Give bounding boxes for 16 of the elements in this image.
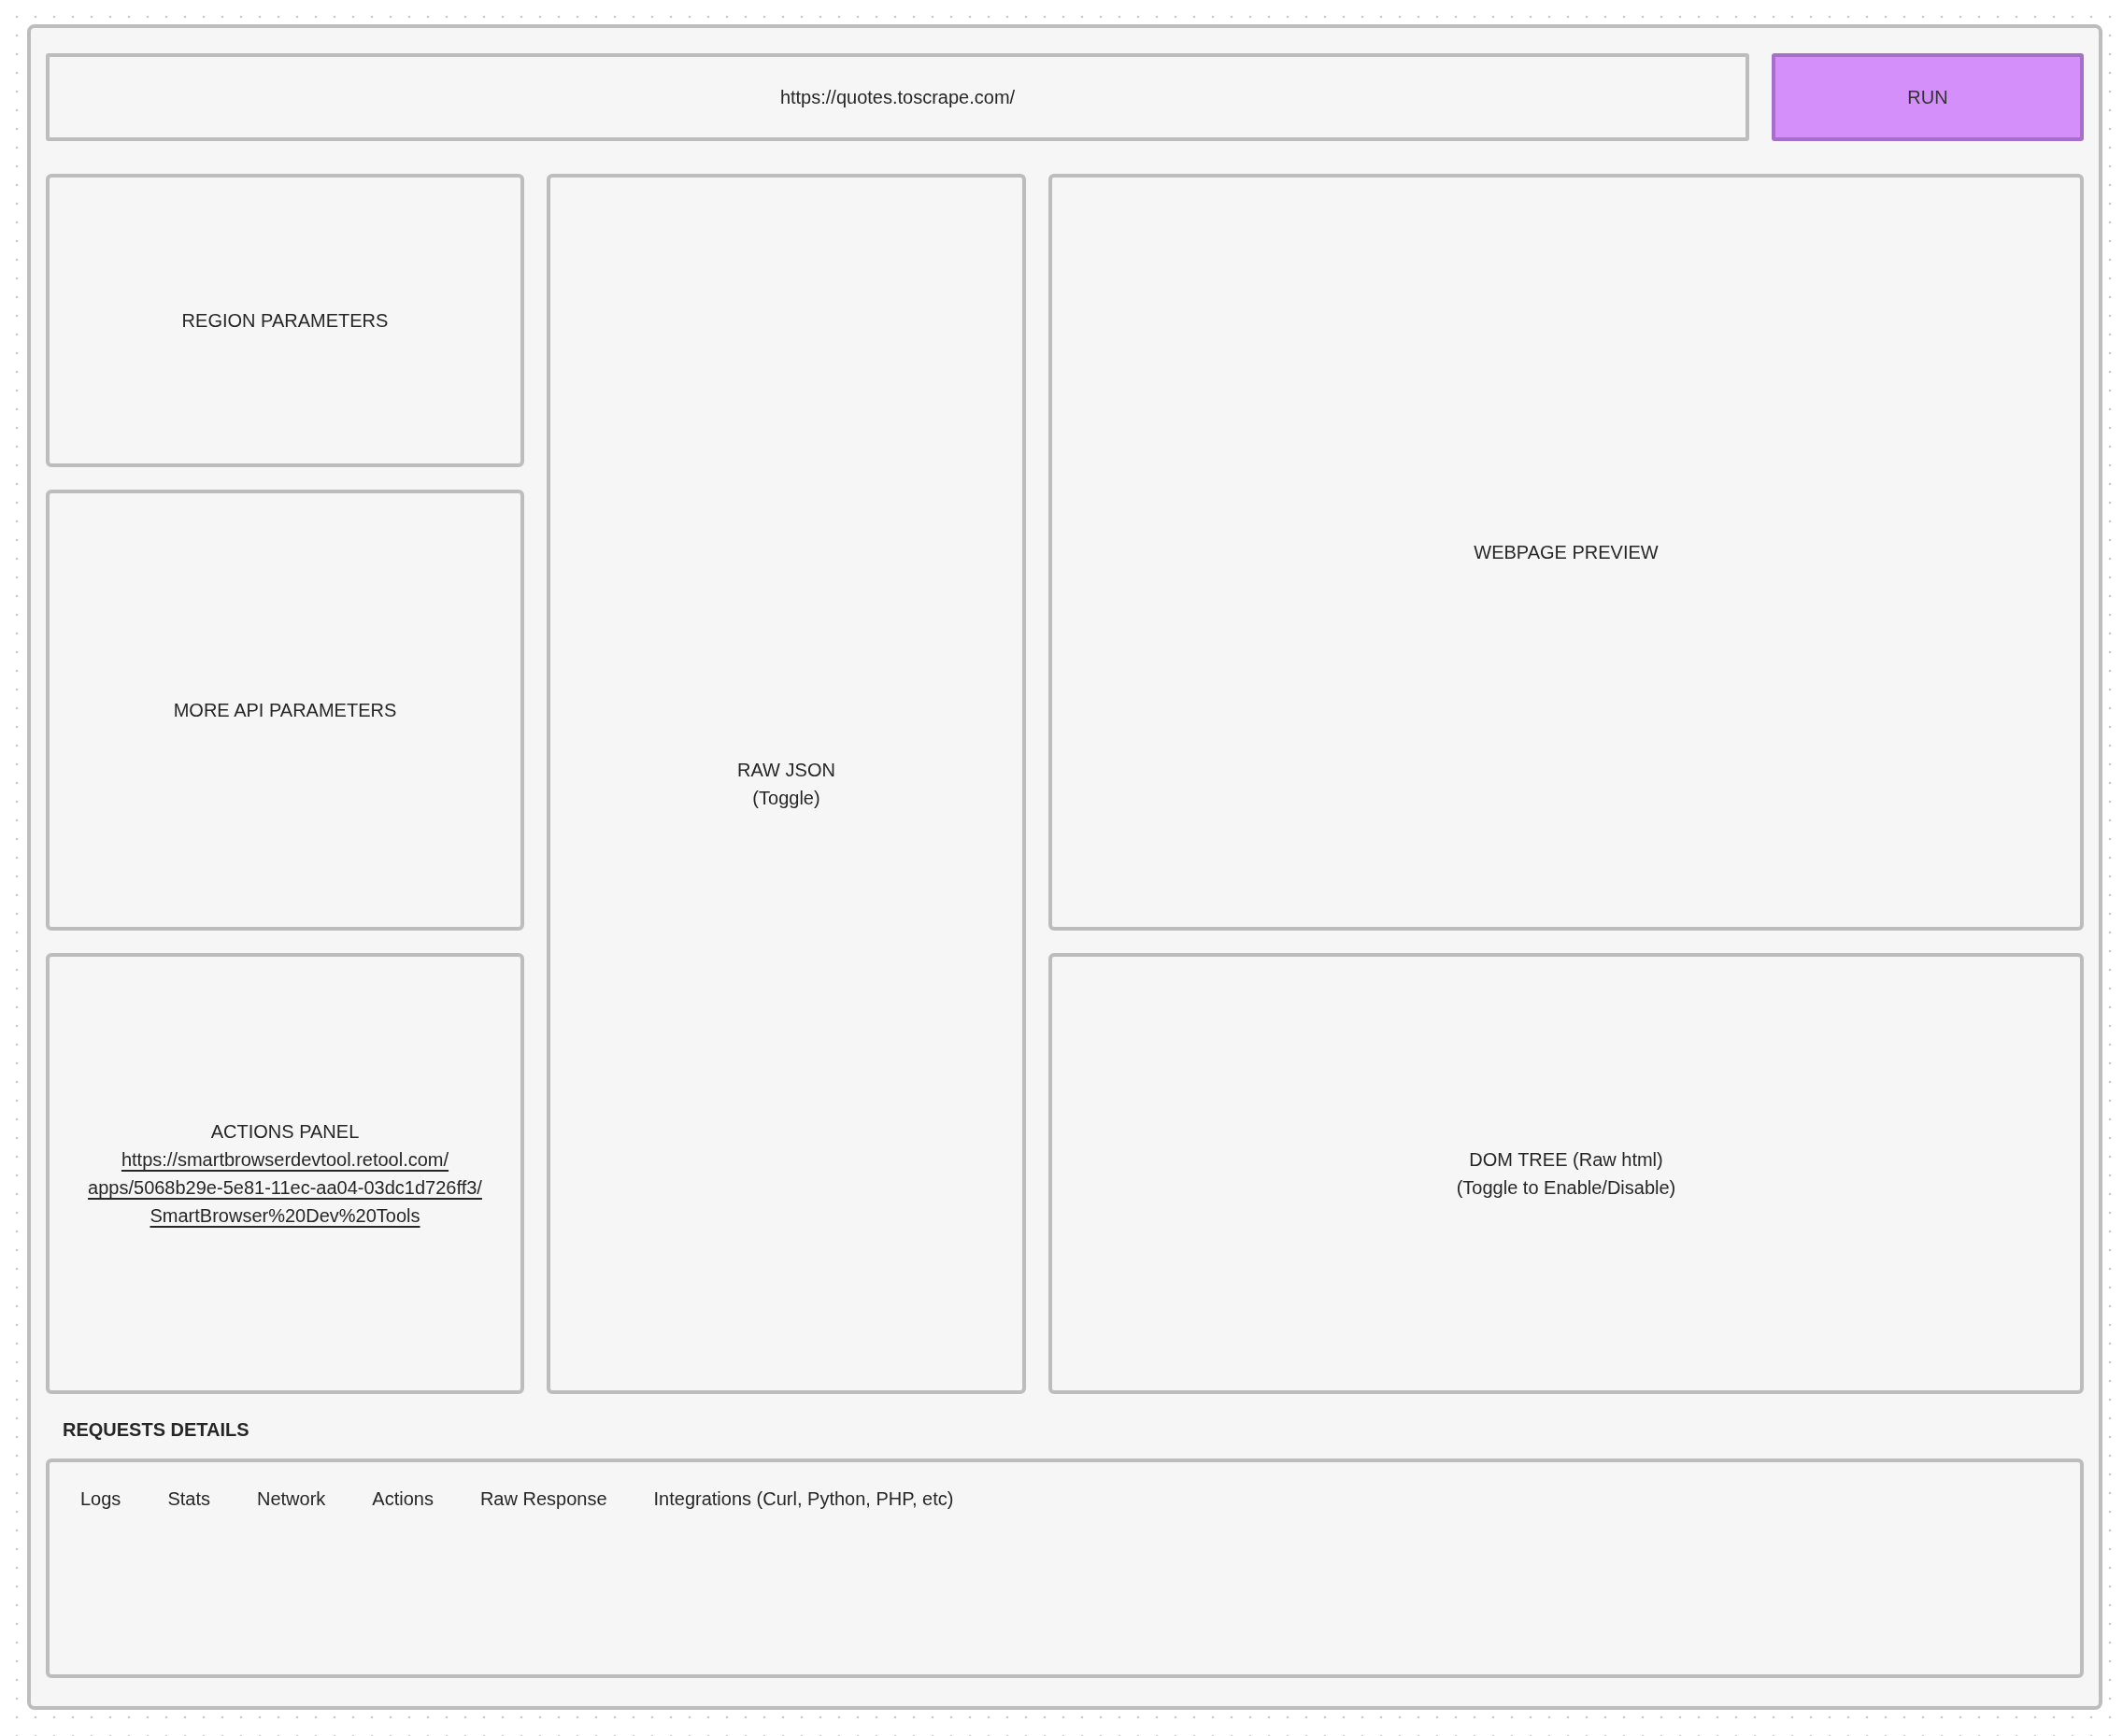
tab[interactable]: Actions	[372, 1487, 434, 1511]
tab[interactable]: Stats	[167, 1487, 210, 1511]
tab[interactable]: Raw Response	[479, 1487, 607, 1511]
tab[interactable]: Integrations (Curl, Python, PHP, etc)	[653, 1487, 954, 1511]
panel-label: REGION PARAMETERS	[181, 309, 389, 333]
panel-link[interactable]: https://smartbrowserdevtool.retool.com/ apps/5068b29e-5e81-11ec-aa04-03dc1d726ff3/ SmartBrowser%20Dev%20Tools	[88, 1145, 482, 1230]
panel-label: DOM TREE (Raw html) (Toggle to Enable/Disable)	[1456, 1148, 1676, 1200]
panel-label: RAW JSON (Toggle)	[737, 759, 835, 810]
run-button[interactable]: RUN	[1772, 53, 2084, 141]
url-field[interactable]: https://quotes.toscrape.com/	[46, 53, 1749, 141]
panel-label: MORE API PARAMETERS	[173, 699, 397, 722]
section-title: REQUESTS DETAILS	[63, 1418, 250, 1441]
panel-label: WEBPAGE PREVIEW	[1474, 541, 1659, 564]
panel-label: ACTIONS PANEL	[210, 1120, 360, 1144]
tab[interactable]: Network	[256, 1487, 326, 1511]
tab[interactable]: Logs	[80, 1487, 121, 1511]
